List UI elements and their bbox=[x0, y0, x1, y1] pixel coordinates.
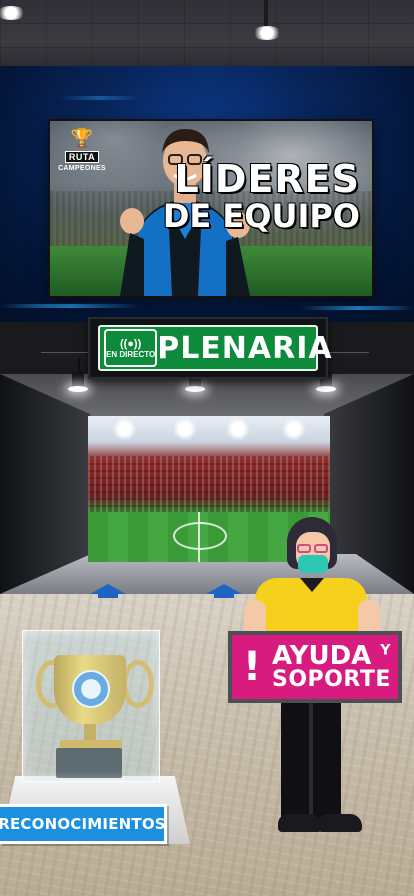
stadium-tunnel bbox=[0, 374, 414, 594]
ceiling bbox=[0, 0, 414, 70]
spotlight-icon bbox=[68, 372, 88, 392]
virtual-event-lobby: 🏆 RUTA CAMPEONES LÍDERES DE EQUIPO ((●))… bbox=[0, 0, 414, 896]
live-badge: ((●)) EN DIRECTO bbox=[104, 329, 158, 367]
direction-arrow-icon bbox=[90, 584, 126, 598]
billboard-title-line2: DE EQUIPO bbox=[162, 197, 360, 236]
billboard-title-line1: LÍDERES bbox=[174, 157, 360, 201]
broadcast-icon: ((●)) bbox=[119, 337, 142, 350]
plenaria-title: PLENARIA bbox=[157, 330, 333, 366]
logo-text-top: RUTA bbox=[64, 151, 100, 163]
ceiling-light bbox=[252, 26, 282, 40]
ruta-campeones-logo: 🏆 RUTA CAMPEONES bbox=[58, 129, 106, 172]
plenaria-sign-button[interactable]: ((●)) EN DIRECTO PLENARIA bbox=[88, 317, 332, 379]
live-label: EN DIRECTO bbox=[106, 349, 156, 359]
direction-arrow-icon bbox=[206, 584, 242, 598]
recognitions-button[interactable]: RECONOCIMIENTOS bbox=[0, 804, 167, 844]
lideres-equipo-billboard[interactable]: 🏆 RUTA CAMPEONES LÍDERES DE EQUIPO bbox=[50, 121, 372, 296]
exclamation-icon: ! bbox=[242, 644, 262, 690]
trophy-icon: 🏆 bbox=[70, 128, 94, 148]
face-mask bbox=[298, 555, 328, 573]
help-label-support: SOPORTE bbox=[272, 667, 391, 692]
logo-text-bottom: CAMPEONES bbox=[58, 165, 106, 172]
glass-case bbox=[22, 630, 160, 782]
billboard-title: LÍDERES DE EQUIPO bbox=[162, 157, 360, 236]
help-label-connector: Y bbox=[380, 642, 391, 659]
help-support-button[interactable]: ! AYUDA Y SOPORTE bbox=[228, 631, 402, 703]
